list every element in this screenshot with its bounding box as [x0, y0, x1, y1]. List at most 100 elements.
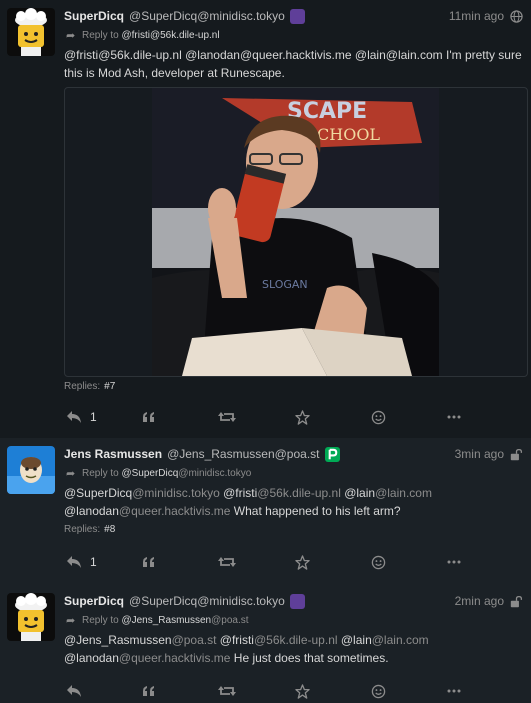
media-attachment[interactable]: SCAPE CHOOL SLOGAN — [64, 87, 528, 377]
more-button[interactable] — [447, 560, 523, 564]
author-handle[interactable]: @Jens_Rasmussen@poa.st — [167, 447, 319, 461]
reply-icon — [67, 411, 81, 423]
star-icon — [294, 683, 310, 699]
timestamp[interactable]: 2min ago — [455, 594, 523, 608]
mention[interactable]: @lain@lain.com — [344, 486, 432, 500]
avatar[interactable] — [7, 8, 55, 56]
timestamp[interactable]: 3min ago — [455, 447, 523, 461]
action-bar: 1 — [64, 405, 523, 429]
favorite-button[interactable] — [294, 409, 371, 425]
author-handle[interactable]: @SuperDicq@minidisc.tokyo — [129, 594, 285, 608]
reply-to-label: Reply to — [82, 614, 119, 626]
reply-link[interactable]: #7 — [104, 381, 115, 392]
reply-icon — [67, 685, 81, 697]
mention[interactable]: @lanodan@queer.hacktivis.me — [185, 48, 351, 62]
smile-icon — [371, 684, 385, 698]
repeat-button[interactable] — [218, 684, 294, 698]
replies-label: Replies: — [64, 381, 101, 392]
emoji-reaction-button[interactable] — [371, 684, 447, 699]
reply-to-target[interactable]: @SuperDicq@minidisc.tokyo — [121, 468, 251, 479]
reply-to-target[interactable]: @Jens_Rasmussen@poa.st — [121, 615, 248, 626]
shirt-print: SLOGAN — [262, 278, 308, 291]
post-body: What happened to his left arm? — [233, 504, 401, 518]
reply-to-label: Reply to — [82, 467, 119, 479]
author-name[interactable]: SuperDicq — [64, 9, 124, 23]
quote-button[interactable] — [142, 556, 218, 568]
author-handle[interactable]: @SuperDicq@minidisc.tokyo — [129, 9, 285, 23]
post-text: @Jens_Rasmussen@poa.st @fristi@56k.dile-… — [64, 631, 523, 667]
reply-arrow-icon: ➦ — [66, 614, 76, 627]
instance-icon — [289, 8, 305, 24]
repeat-button[interactable] — [218, 410, 294, 424]
time-label: 2min ago — [454, 594, 504, 608]
instance-icon — [289, 593, 305, 609]
lock-open-icon — [510, 595, 523, 607]
reply-arrow-icon: ➦ — [66, 467, 76, 480]
reply-link[interactable]: #8 — [104, 524, 115, 535]
mention[interactable]: @lanodan@queer.hacktivis.me — [64, 651, 230, 665]
smile-icon — [371, 410, 385, 424]
mention[interactable]: @lanodan@queer.hacktivis.me — [64, 504, 230, 518]
avatar[interactable] — [7, 593, 55, 641]
quote-button[interactable] — [142, 411, 218, 423]
quote-icon — [143, 686, 155, 696]
emoji-reaction-button[interactable] — [371, 410, 447, 425]
mention[interactable]: @SuperDicq@minidisc.tokyo — [64, 486, 220, 500]
reply-to-target[interactable]: @fristi@56k.dile-up.nl — [121, 30, 219, 41]
replies-label: Replies: — [64, 524, 101, 535]
reply-to-line: ➦ Reply to @fristi@56k.dile-up.nl — [66, 28, 523, 42]
repeat-icon — [218, 686, 237, 696]
status-post-1: SuperDicq @SuperDicq@minidisc.tokyo 11mi… — [0, 0, 531, 438]
mention[interactable]: @fristi@56k.dile-up.nl — [64, 48, 182, 62]
smile-icon — [371, 555, 385, 569]
quote-icon — [143, 412, 155, 422]
status-post-2: Jens Rasmussen @Jens_Rasmussen@poa.st 3m… — [0, 438, 531, 585]
post-text: @fristi@56k.dile-up.nl @lanodan@queer.ha… — [64, 46, 523, 82]
avatar[interactable] — [7, 446, 55, 494]
post-body: He just does that sometimes. — [233, 651, 389, 665]
more-icon — [447, 560, 461, 564]
timestamp[interactable]: 11min ago — [449, 9, 523, 23]
reply-button[interactable]: 1 — [66, 555, 142, 569]
star-icon — [294, 409, 310, 425]
favorite-button[interactable] — [294, 683, 371, 699]
replies-line: Replies: #7 — [64, 381, 523, 395]
quote-icon — [143, 557, 155, 567]
globe-icon — [510, 9, 523, 23]
logo-text: CHOOL — [317, 125, 380, 144]
reply-icon — [67, 556, 81, 568]
reply-button[interactable] — [66, 684, 142, 698]
reply-count: 1 — [90, 410, 97, 424]
emoji-reaction-button[interactable] — [371, 555, 447, 570]
mention[interactable]: @Jens_Rasmussen@poa.st — [64, 633, 216, 647]
more-icon — [447, 689, 461, 693]
replies-line: Replies: #8 — [64, 524, 523, 538]
favorite-button[interactable] — [294, 554, 371, 570]
more-button[interactable] — [447, 415, 523, 419]
author-name[interactable]: Jens Rasmussen — [64, 447, 162, 461]
quote-button[interactable] — [142, 685, 218, 697]
mention[interactable]: @fristi@56k.dile-up.nl — [220, 633, 338, 647]
action-bar: 1 — [64, 550, 523, 574]
action-bar — [64, 679, 523, 703]
attached-photo[interactable]: SCAPE CHOOL SLOGAN — [152, 88, 439, 376]
lock-open-icon — [510, 448, 523, 460]
repeat-button[interactable] — [218, 555, 294, 569]
time-label: 3min ago — [454, 447, 504, 461]
reply-button[interactable]: 1 — [66, 410, 142, 424]
star-icon — [294, 554, 310, 570]
instance-icon — [324, 446, 340, 462]
repeat-icon — [218, 412, 237, 422]
reply-to-line: ➦ Reply to @Jens_Rasmussen@poa.st — [66, 613, 523, 627]
reply-arrow-icon: ➦ — [66, 29, 76, 42]
repeat-icon — [218, 557, 237, 567]
mention[interactable]: @lain@lain.com — [355, 48, 443, 62]
time-label: 11min ago — [448, 9, 504, 23]
status-post-3: SuperDicq @SuperDicq@minidisc.tokyo 2min… — [0, 585, 531, 703]
more-button[interactable] — [447, 689, 523, 693]
mention[interactable]: @lain@lain.com — [341, 633, 429, 647]
reply-to-line: ➦ Reply to @SuperDicq@minidisc.tokyo — [66, 466, 523, 480]
mention[interactable]: @fristi@56k.dile-up.nl — [223, 486, 341, 500]
author-name[interactable]: SuperDicq — [64, 594, 124, 608]
reply-to-label: Reply to — [82, 29, 119, 41]
